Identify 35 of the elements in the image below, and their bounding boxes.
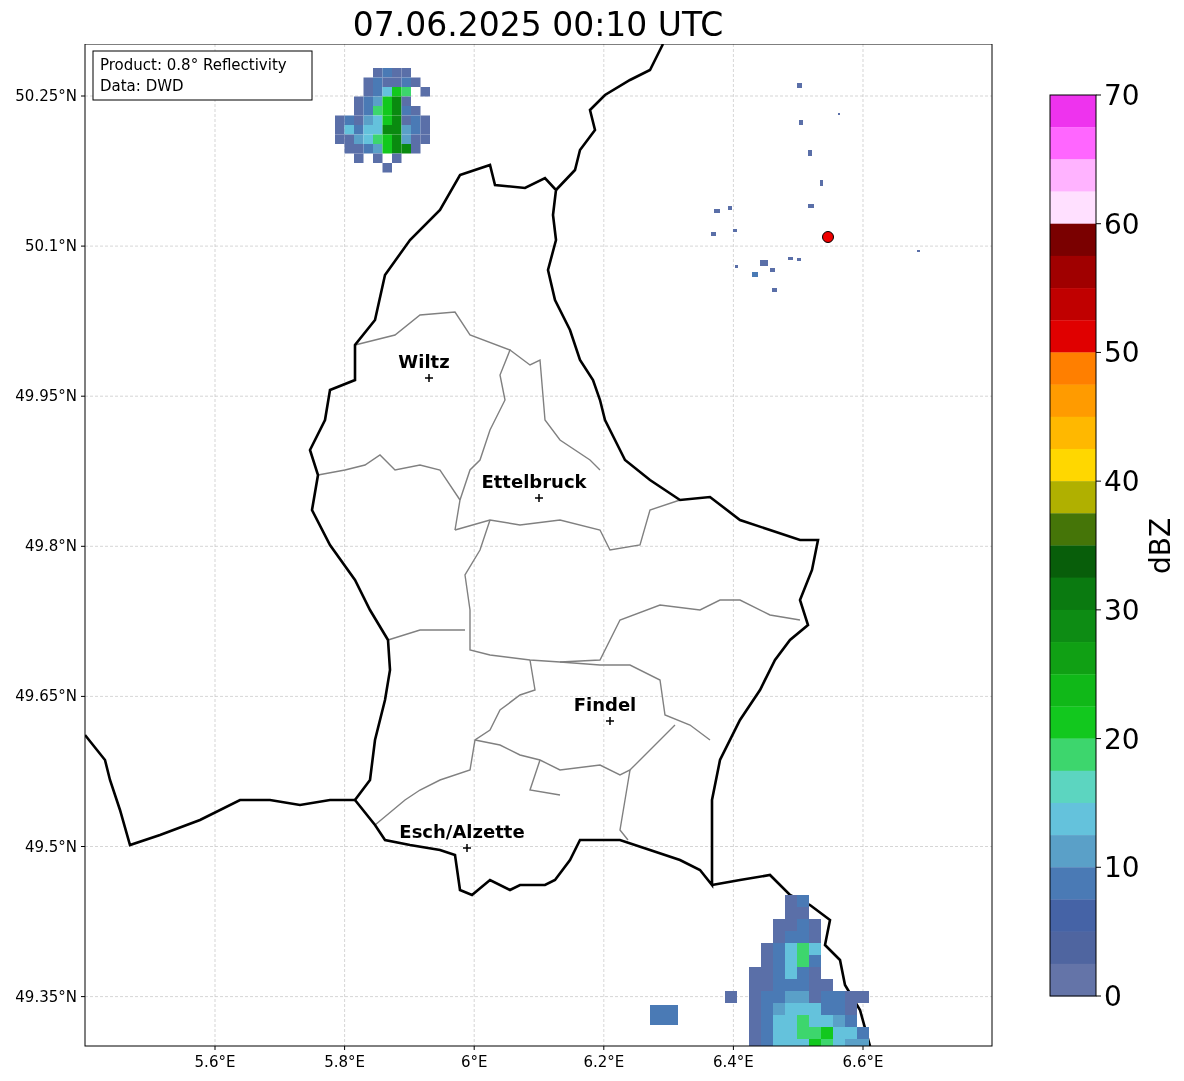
latitude-label: 50.25°N — [15, 87, 77, 105]
city-marker-icon — [534, 493, 544, 503]
info-text: Data: DWD — [100, 77, 184, 95]
city-label: Wiltz — [398, 351, 450, 372]
latitude-label: 49.8°N — [24, 537, 77, 556]
city-label: Findel — [573, 694, 637, 715]
city-marker-icon — [424, 373, 434, 383]
city-label: Esch/Alzette — [399, 821, 525, 842]
site-marker — [822, 231, 834, 243]
colorbar-tick-label: 0 — [1104, 980, 1122, 1013]
colorbar-tick-label: 60 — [1104, 207, 1140, 241]
city-marker-icon — [462, 843, 472, 853]
longitude-label: 5.8°E — [324, 1053, 365, 1071]
colorbar-tick-label: 70 — [1104, 79, 1140, 112]
city-marker-icon — [605, 716, 615, 726]
colorbar-tick-label: 30 — [1104, 593, 1140, 627]
longitude-label: 6.4°E — [713, 1053, 754, 1071]
colorbar-tick-label: 20 — [1104, 722, 1140, 756]
info-text: Product: 0.8° Reflectivity — [100, 56, 287, 74]
colorbar-tick-label: 40 — [1104, 465, 1140, 499]
longitude-label: 6.2°E — [583, 1053, 625, 1071]
radar-echo — [650, 1005, 678, 1025]
colorbar-tick-label: 10 — [1104, 851, 1140, 885]
colorbar-tick-label: 50 — [1104, 336, 1140, 370]
colorbar-title: dBZ — [1144, 517, 1177, 575]
longitude-label: 6°E — [460, 1053, 488, 1071]
chart-title: 07.06.2025 00:10 UTC — [352, 5, 724, 44]
longitude-label: 5.6°E — [194, 1053, 236, 1071]
city-label: Ettelbruck — [481, 471, 587, 492]
latitude-label: 49.5°N — [24, 837, 77, 856]
latitude-label: 49.95°N — [15, 387, 77, 406]
longitude-label: 6.6°E — [842, 1053, 884, 1071]
latitude-label: 50.1°N — [24, 237, 77, 256]
latitude-label: 49.35°N — [15, 987, 77, 1006]
latitude-label: 49.65°N — [15, 687, 77, 706]
